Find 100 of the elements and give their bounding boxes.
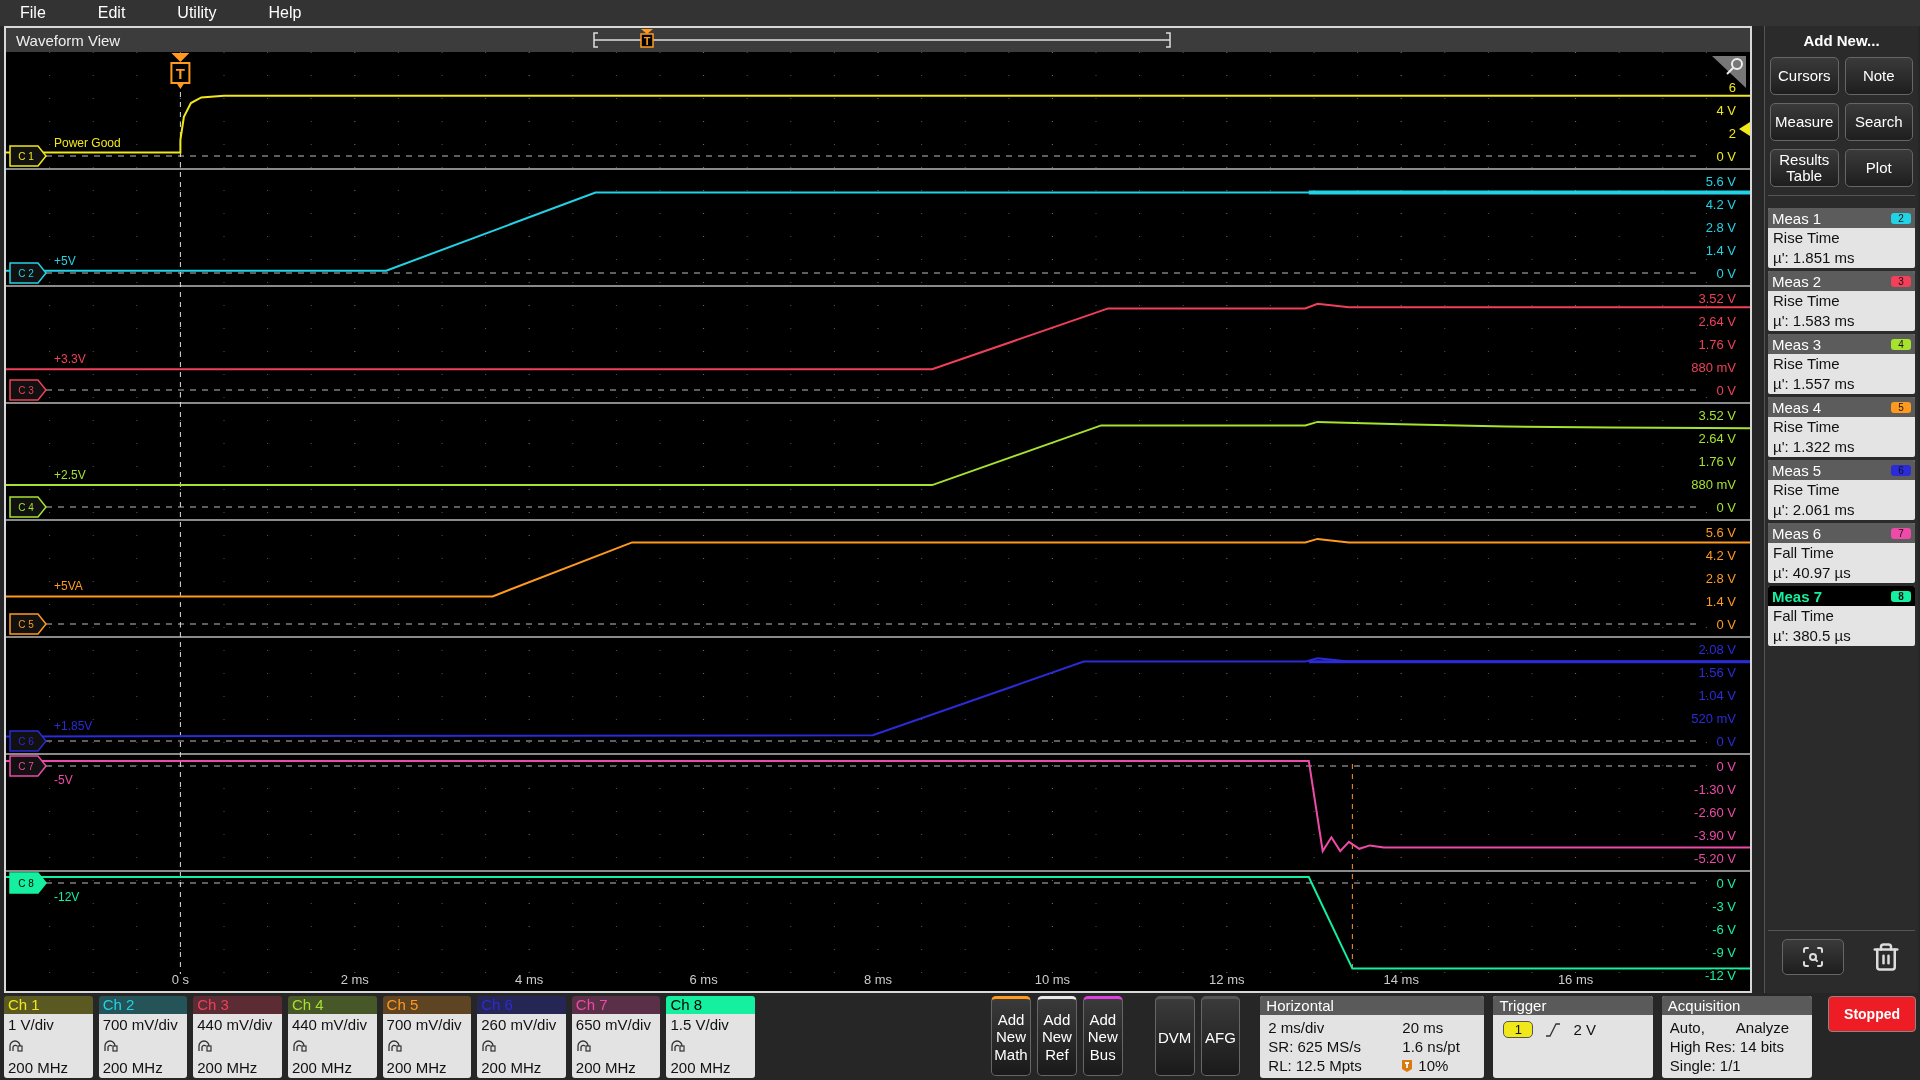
add-new-button[interactable]: Cursors (1770, 57, 1839, 95)
zoom-area-button[interactable] (1781, 939, 1844, 975)
sample-rate: SR: 625 MS/s (1268, 1038, 1362, 1055)
channel-badge: 6 (1891, 464, 1911, 476)
add-new-button[interactable]: Results Table (1770, 149, 1839, 187)
axis-label: -3 V (1712, 899, 1736, 914)
add-new-button[interactable]: Measure (1770, 103, 1839, 141)
axis-label: 5.6 V (1705, 525, 1736, 540)
window-title: Waveform View (15, 31, 122, 49)
measurement-type: Rise Time (1772, 291, 1841, 311)
measurement-card[interactable]: Meas 5 6 Rise Time µ': 2.061 ms (1768, 460, 1915, 520)
measurement-title: Meas 1 (1772, 209, 1822, 227)
add-new-button[interactable]: Add New Ref (1036, 996, 1077, 1076)
horizontal-panel[interactable]: Horizontal 2 ms/div 20 ms SR: 625 MS/s 1.6 ns/pt RL: 12.5 Mpts 10% (1260, 996, 1485, 1078)
measurement-header[interactable]: Meas 4 5 (1768, 397, 1915, 417)
time-label: 6 ms (689, 972, 718, 987)
channel-tile-header[interactable]: Ch 4 (287, 996, 377, 1014)
add-new-button[interactable]: Add New Bus (1082, 996, 1123, 1076)
bandwidth: 200 MHz (386, 1059, 448, 1076)
acquisition-panel[interactable]: Acquisition Auto, Analyze High Res: 14 bits Single: 1/1 (1661, 996, 1813, 1078)
measurement-card[interactable]: Meas 7 8 Fall Time µ': 380.5 µs (1768, 586, 1915, 646)
vertical-scale: 700 mV/div (102, 1016, 179, 1033)
run-stop-button[interactable]: Stopped (1828, 996, 1916, 1032)
axis-label: 1.76 V (1698, 454, 1736, 469)
record-overview[interactable]: T (590, 29, 1174, 51)
trace-label: +5VA (54, 579, 83, 594)
measurement-title: Meas 2 (1772, 272, 1822, 290)
probe-icon (575, 1040, 592, 1052)
channel-marker[interactable]: C 7 (9, 755, 47, 777)
axis-label: -9 V (1712, 945, 1736, 960)
axis-label: 0 V (1716, 876, 1736, 891)
axis-label: -6 V (1712, 922, 1736, 937)
channel-badge: 7 (1891, 527, 1911, 539)
axis-label: -12 V (1704, 968, 1736, 983)
axis-label: 1.4 V (1705, 243, 1736, 258)
menu-item[interactable]: Utility (161, 4, 233, 22)
add-new-button[interactable]: Search (1844, 103, 1913, 141)
channel-tile-header[interactable]: Ch 2 (98, 996, 188, 1014)
measurement-type: Fall Time (1772, 606, 1835, 626)
measurement-header[interactable]: Meas 3 4 (1768, 334, 1915, 354)
measurement-header[interactable]: Meas 2 3 (1768, 271, 1915, 291)
tool-button[interactable]: AFG (1200, 996, 1241, 1076)
channel-marker[interactable]: C 1 (9, 145, 47, 167)
measurement-value: µ': 1.583 ms (1772, 311, 1856, 331)
time-label: 8 ms (863, 972, 893, 987)
axis-label: 2.8 V (1705, 571, 1736, 586)
channel-marker[interactable]: C 2 (9, 262, 47, 284)
time-label: 10 ms (1034, 972, 1071, 987)
measurement-value: µ': 40.97 µs (1772, 563, 1852, 583)
measurement-type: Rise Time (1772, 228, 1841, 248)
measurement-header[interactable]: Meas 5 6 (1768, 460, 1915, 480)
probe-icon (670, 1040, 687, 1052)
measurement-value: µ': 2.061 ms (1772, 500, 1856, 520)
channel-tile-header[interactable]: Ch 1 (4, 996, 93, 1014)
channel-marker[interactable]: C 3 (9, 379, 47, 401)
trigger-level-icon[interactable] (1739, 122, 1750, 136)
measurement-type: Rise Time (1772, 417, 1841, 437)
measurement-card[interactable]: Meas 3 4 Rise Time µ': 1.557 ms (1768, 334, 1915, 394)
axis-label: 2 (1728, 126, 1736, 141)
tool-button[interactable]: DVM (1154, 996, 1195, 1076)
channel-tile-header[interactable]: Ch 5 (382, 996, 472, 1014)
menu-item[interactable]: Edit (81, 4, 142, 22)
zoom-area-icon (1800, 945, 1825, 969)
axis-label: 1.56 V (1698, 665, 1736, 680)
vertical-scale: 650 mV/div (575, 1016, 652, 1033)
menu-item[interactable]: Help (252, 4, 318, 22)
channel-marker[interactable]: C 5 (9, 613, 47, 635)
channel-badge: 4 (1891, 338, 1911, 350)
trigger-panel[interactable]: Trigger 1 2 V (1493, 996, 1653, 1078)
probe-icon (386, 1040, 403, 1052)
axis-label: 5.6 V (1705, 174, 1736, 189)
trace-label: -5V (54, 773, 73, 787)
acquisition-count: Single: 1/1 (1669, 1057, 1742, 1074)
add-new-button[interactable]: Add New Math (991, 996, 1031, 1076)
measurement-header[interactable]: Meas 6 7 (1768, 523, 1915, 543)
measurement-header[interactable]: Meas 1 2 (1768, 208, 1915, 228)
measurement-card[interactable]: Meas 4 5 Rise Time µ': 1.322 ms (1768, 397, 1915, 457)
channel-marker[interactable]: C 4 (9, 496, 47, 518)
bandwidth: 200 MHz (575, 1059, 637, 1076)
trigger-position: 10% (1418, 1057, 1449, 1074)
bandwidth: 200 MHz (197, 1059, 259, 1076)
vertical-scale: 700 mV/div (386, 1016, 463, 1033)
axis-label: -1.30 V (1694, 782, 1736, 797)
measurement-title: Meas 6 (1772, 524, 1822, 542)
axis-label: 0 V (1716, 383, 1736, 398)
panel-header: Trigger (1493, 996, 1653, 1015)
time-label: 14 ms (1383, 972, 1419, 987)
measurement-header[interactable]: Meas 7 8 (1768, 586, 1915, 606)
channel-marker[interactable]: C 8 (9, 872, 47, 894)
measurement-card[interactable]: Meas 1 2 Rise Time µ': 1.851 ms (1768, 208, 1915, 268)
add-new-button[interactable]: Note (1844, 57, 1913, 95)
rising-edge-icon (1545, 1022, 1562, 1037)
add-new-button[interactable]: Plot (1844, 149, 1913, 187)
menu-item[interactable]: File (4, 4, 62, 22)
measurement-card[interactable]: Meas 2 3 Rise Time µ': 1.583 ms (1768, 271, 1915, 331)
time-label: 16 ms (1557, 972, 1594, 987)
axis-label: 3.52 V (1698, 408, 1736, 423)
channel-tile-header[interactable]: Ch 8 (666, 996, 756, 1014)
measurement-type: Rise Time (1772, 480, 1841, 500)
measurement-card[interactable]: Meas 6 7 Fall Time µ': 40.97 µs (1768, 523, 1915, 583)
